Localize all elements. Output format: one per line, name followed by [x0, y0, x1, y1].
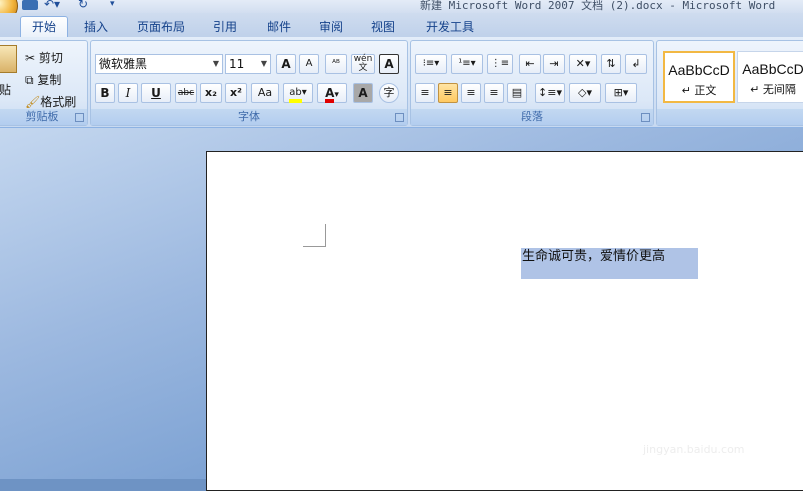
customize-quick-access-icon[interactable]: ▾ [110, 0, 118, 10]
clipboard-group-label: 剪贴板 [0, 109, 87, 125]
tab-mailings[interactable]: 邮件 [258, 17, 300, 37]
watermark-logo: Baidu 经验 [615, 401, 801, 439]
text-highlight-button[interactable]: ab▾ [283, 83, 313, 103]
redo-icon[interactable]: ↻ [78, 0, 90, 10]
tab-home[interactable]: 开始 [20, 16, 68, 39]
paste-button[interactable]: 贴 [0, 81, 11, 98]
bullets-icon[interactable]: ⁝≡▾ [415, 54, 447, 74]
clipboard-group: 贴 ✂ 剪切 ⧉ 复制 🖌格式刷 剪贴板 [0, 40, 88, 126]
font-group: 微软雅黑 ▼ 11 ▼ A A ᴬᴮ wén 文 A B I U abc x₂ x²… [90, 40, 408, 126]
enclose-characters-button[interactable]: 字 [379, 83, 399, 103]
paragraph-shading-icon[interactable]: ◇▾ [569, 83, 601, 103]
font-dialog-launcher[interactable] [395, 113, 404, 122]
window-title: 新建 Microsoft Word 2007 文档 (2).docx - Mic… [420, 0, 776, 12]
selected-text[interactable]: 生命诚可贵，爱情价更高 [521, 248, 698, 279]
font-size-combo[interactable]: 11 ▼ [225, 54, 271, 74]
tab-references[interactable]: 引用 [204, 17, 246, 37]
brush-icon: 🖌 [25, 95, 41, 109]
numbering-icon[interactable]: ¹≡▾ [451, 54, 483, 74]
copy-button[interactable]: ⧉ 复制 [25, 71, 61, 88]
styles-group-label [657, 109, 803, 125]
styles-group: AaBbCcD ↵ 正文 AaBbCcD ↵ 无间隔 [656, 40, 803, 126]
ribbon-tab-row: 开始 插入 页面布局 引用 邮件 审阅 视图 开发工具 [0, 13, 803, 39]
clipboard-dialog-launcher[interactable] [75, 113, 84, 122]
scissors-icon: ✂ [25, 51, 36, 65]
style-name: ↵ 无间隔 [750, 83, 796, 96]
margin-corner-mark [303, 224, 326, 247]
decrease-indent-icon[interactable]: ⇤ [519, 54, 541, 74]
italic-button[interactable]: I [118, 83, 138, 103]
format-painter-button[interactable]: 🖌格式刷 [25, 93, 76, 110]
increase-indent-icon[interactable]: ⇥ [543, 54, 565, 74]
chevron-down-icon: ▼ [260, 59, 267, 68]
strikethrough-button[interactable]: abc [175, 83, 197, 103]
justify-icon[interactable]: ≡ [484, 83, 504, 103]
character-shading-button[interactable]: A [353, 83, 373, 103]
grow-font-button[interactable]: A [276, 54, 296, 74]
distributed-icon[interactable]: ▤ [507, 83, 527, 103]
cut-button[interactable]: ✂ 剪切 [25, 49, 63, 66]
ribbon: 贴 ✂ 剪切 ⧉ 复制 🖌格式刷 剪贴板 微软雅黑 ▼ 11 ▼ A A ᴬᴮ wé… [0, 37, 803, 128]
sort-icon[interactable]: ⇅ [601, 54, 621, 74]
tab-developer[interactable]: 开发工具 [416, 17, 484, 37]
tab-review[interactable]: 审阅 [310, 17, 352, 37]
tab-page-layout[interactable]: 页面布局 [130, 17, 192, 37]
font-group-label: 字体 [91, 109, 407, 125]
style-sample: AaBbCcD [742, 61, 803, 77]
paragraph-dialog-launcher[interactable] [641, 113, 650, 122]
align-left-icon[interactable]: ≡ [415, 83, 435, 103]
font-name-combo[interactable]: 微软雅黑 ▼ [95, 54, 223, 74]
change-case-button[interactable]: Aa [251, 83, 279, 103]
style-name: ↵ 正文 [681, 84, 717, 97]
watermark: Baidu 经验 jingyan.baidu.com [615, 395, 801, 456]
style-sample: AaBbCcD [668, 62, 730, 78]
bold-button[interactable]: B [95, 83, 115, 103]
save-icon[interactable] [22, 0, 38, 10]
clear-formatting-icon[interactable]: ᴬᴮ [325, 54, 347, 74]
font-color-icon: A [325, 87, 335, 103]
line-spacing-icon[interactable]: ↕≡▾ [535, 83, 565, 103]
align-right-icon[interactable]: ≡ [461, 83, 481, 103]
font-color-button[interactable]: A▾ [317, 83, 347, 103]
chevron-down-icon: ▼ [212, 59, 219, 68]
paragraph-group: ⁝≡▾ ¹≡▾ ⋮≡ ⇤ ⇥ ✕▾ ⇅ ↲ ≡ ≡ ≡ ≡ ▤ ↕≡▾ ◇▾ ⊞… [410, 40, 654, 126]
subscript-button[interactable]: x₂ [200, 83, 222, 103]
character-border-button[interactable]: A [379, 54, 399, 74]
paragraph-group-label: 段落 [411, 109, 653, 125]
style-no-spacing[interactable]: AaBbCcD ↵ 无间隔 [737, 51, 803, 103]
phonetic-guide-button[interactable]: wén 文 [351, 54, 375, 74]
tab-view[interactable]: 视图 [362, 17, 404, 37]
superscript-button[interactable]: x² [225, 83, 247, 103]
tab-insert[interactable]: 插入 [76, 17, 116, 37]
underline-button[interactable]: U [141, 83, 171, 103]
copy-icon: ⧉ [25, 73, 34, 87]
undo-icon[interactable]: ↶▾ [44, 0, 64, 10]
shrink-font-button[interactable]: A [299, 54, 319, 74]
highlighter-icon: ab [289, 87, 302, 103]
paste-icon[interactable] [0, 45, 17, 73]
show-marks-icon[interactable]: ↲ [625, 54, 647, 74]
watermark-url: jingyan.baidu.com [643, 443, 745, 456]
align-center-icon[interactable]: ≡ [438, 83, 458, 103]
multilevel-list-icon[interactable]: ⋮≡ [487, 54, 513, 74]
title-bar: ↶▾ ↻ ▾ 新建 Microsoft Word 2007 文档 (2).doc… [0, 0, 803, 22]
style-normal[interactable]: AaBbCcD ↵ 正文 [663, 51, 735, 103]
borders-icon[interactable]: ⊞▾ [605, 83, 637, 103]
asian-layout-icon[interactable]: ✕▾ [569, 54, 597, 74]
